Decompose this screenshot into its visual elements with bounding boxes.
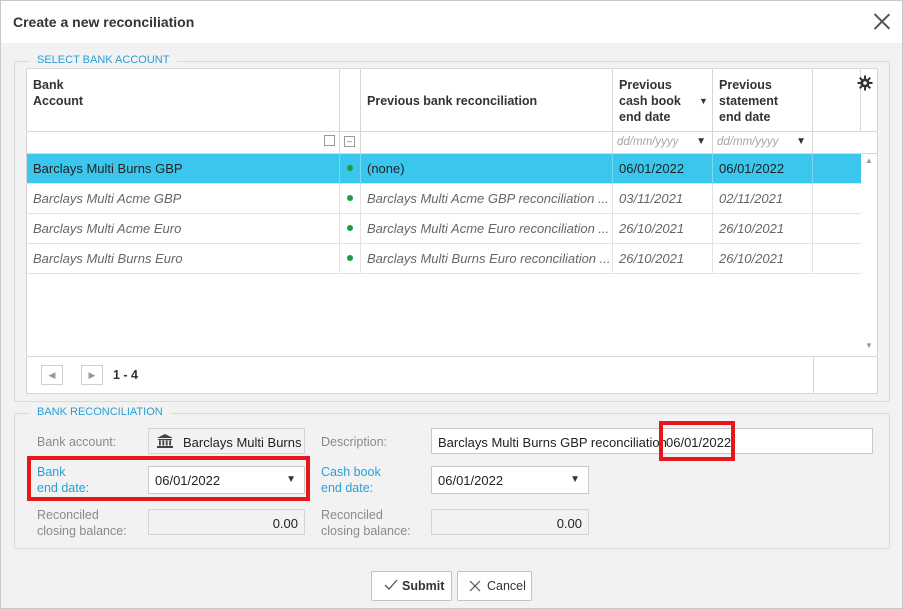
bank-icon [157, 434, 173, 448]
vertical-scrollbar[interactable]: ▲ ▼ [861, 154, 877, 356]
table-row[interactable]: Barclays Multi Burns GBP (none) 06/01/20… [27, 154, 861, 184]
header-label: end date [619, 110, 671, 124]
cell-account: Barclays Multi Burns Euro [27, 244, 340, 274]
chevron-down-icon[interactable]: ▼ [570, 474, 580, 485]
check-icon [384, 579, 398, 591]
gear-icon[interactable] [857, 75, 873, 91]
button-label: Cancel [487, 579, 526, 593]
cell-account: Barclays Multi Acme GBP [27, 184, 340, 214]
cell-stmt-end: 26/10/2021 [713, 244, 813, 274]
description-input[interactable]: Barclays Multi Burns GBP reconciliation … [431, 428, 873, 454]
open-external-icon[interactable] [324, 135, 335, 146]
bank-account-value: Barclays Multi Burns GBP [183, 435, 304, 450]
highlight-box [659, 421, 735, 461]
description-label: Description: [321, 435, 387, 449]
cell-account: Barclays Multi Acme Euro [27, 214, 340, 244]
label-line: Reconciled [321, 508, 383, 522]
dialog-title: Create a new reconciliation [13, 14, 195, 30]
column-header-prev-cash-end[interactable]: Previous cash book end date ▼ [613, 69, 713, 131]
header-label: cash book [619, 94, 681, 108]
filter-status[interactable]: – [340, 132, 361, 154]
cell-cash-end: 26/10/2021 [613, 214, 713, 244]
label-line: end date: [321, 481, 374, 495]
prev-page-button[interactable]: ◀ [41, 365, 63, 385]
filter-prev-cash-end[interactable]: dd/mm/yyyy ▼ [613, 132, 713, 154]
status-dot-icon [347, 225, 353, 231]
filter-placeholder: dd/mm/yyyy [717, 136, 779, 148]
header-label: Account [33, 94, 83, 108]
create-reconciliation-dialog: Create a new reconciliation SELECT BANK … [0, 0, 903, 609]
submit-button[interactable]: Submit [371, 571, 452, 601]
table-row[interactable]: Barclays Multi Burns Euro Barclays Multi… [27, 244, 861, 274]
cell-previous: Barclays Multi Acme GBP reconciliation .… [361, 184, 613, 214]
filter-extra [813, 132, 877, 154]
cell-account: Barclays Multi Burns GBP [27, 154, 340, 184]
filter-placeholder: dd/mm/yyyy [617, 136, 679, 148]
filter-bank-account[interactable] [27, 132, 340, 154]
cash-book-end-date-select[interactable]: 06/01/2022 ▼ [431, 466, 589, 494]
close-icon [469, 580, 481, 592]
close-icon[interactable] [872, 11, 892, 31]
label-line: Reconciled [37, 508, 99, 522]
label-line: closing balance: [37, 524, 127, 538]
minus-icon[interactable]: – [344, 136, 355, 147]
header-label: Previous [719, 78, 772, 92]
bank-account-label: Bank account: [37, 435, 117, 449]
header-label: end date [719, 110, 771, 124]
chevron-down-icon[interactable]: ▼ [696, 136, 706, 147]
cash-book-end-date-label: Cash book end date: [321, 464, 381, 496]
column-header-extra [813, 69, 861, 131]
header-label: Previous [619, 78, 672, 92]
header-label: Bank [33, 78, 64, 92]
filter-prev-stmt-end[interactable]: dd/mm/yyyy ▼ [713, 132, 813, 154]
pager-right [813, 356, 877, 394]
cell-previous: Barclays Multi Acme Euro reconciliation … [361, 214, 613, 244]
section-legend: BANK RECONCILIATION [29, 406, 171, 418]
cell-cash-end: 06/01/2022 [613, 154, 713, 184]
pager: ◀ ▶ 1 - 4 [27, 356, 813, 394]
filter-previous-reconciliation[interactable] [361, 132, 613, 154]
header-label: statement [719, 94, 779, 108]
column-header-status[interactable] [340, 69, 361, 131]
section-legend: SELECT BANK ACCOUNT [29, 54, 178, 66]
reconciled-bank-label: Reconciled closing balance: [37, 507, 127, 539]
next-page-button[interactable]: ▶ [81, 365, 103, 385]
dialog-titlebar: Create a new reconciliation [1, 1, 902, 43]
column-header-prev-stmt-end[interactable]: Previous statement end date [713, 69, 813, 131]
select-value: 06/01/2022 [438, 473, 504, 488]
cell-stmt-end: 26/10/2021 [713, 214, 813, 244]
button-label: Submit [402, 579, 445, 593]
cell-stmt-end: 02/11/2021 [713, 184, 813, 214]
cell-previous: Barclays Multi Burns Euro reconciliation… [361, 244, 613, 274]
sort-desc-icon[interactable]: ▼ [699, 93, 708, 109]
cell-cash-end: 03/11/2021 [613, 184, 713, 214]
status-dot-icon [347, 195, 353, 201]
bank-account-field: Barclays Multi Burns GBP [148, 428, 305, 454]
description-text: Barclays Multi Burns GBP reconciliation [438, 435, 667, 450]
cancel-button[interactable]: Cancel [457, 571, 532, 601]
cell-cash-end: 26/10/2021 [613, 244, 713, 274]
reconciled-cash-balance: 0.00 [431, 509, 589, 535]
label-line: closing balance: [321, 524, 411, 538]
table-row[interactable]: Barclays Multi Acme Euro Barclays Multi … [27, 214, 861, 244]
status-dot-icon [347, 165, 353, 171]
table-row[interactable]: Barclays Multi Acme GBP Barclays Multi A… [27, 184, 861, 214]
header-label: Previous bank reconciliation [367, 94, 538, 108]
highlight-box [27, 456, 310, 501]
column-header-bank-account[interactable]: Bank Account [27, 69, 340, 131]
status-dot-icon [347, 255, 353, 261]
chevron-down-icon[interactable]: ▼ [796, 136, 806, 147]
scroll-down-icon[interactable]: ▼ [865, 341, 873, 350]
scroll-up-icon[interactable]: ▲ [865, 156, 873, 165]
filter-row: – dd/mm/yyyy ▼ dd/mm/yyyy ▼ [27, 131, 877, 154]
column-header-previous-reconciliation[interactable]: Previous bank reconciliation [361, 69, 613, 131]
bank-account-grid: Bank Account Previous bank reconciliatio… [26, 68, 878, 394]
cell-stmt-end: 06/01/2022 [713, 154, 813, 184]
page-range: 1 - 4 [113, 368, 139, 382]
cell-previous: (none) [361, 154, 613, 184]
reconciled-bank-balance: 0.00 [148, 509, 305, 535]
reconciled-cash-label: Reconciled closing balance: [321, 507, 411, 539]
label-line: Cash book [321, 465, 381, 479]
